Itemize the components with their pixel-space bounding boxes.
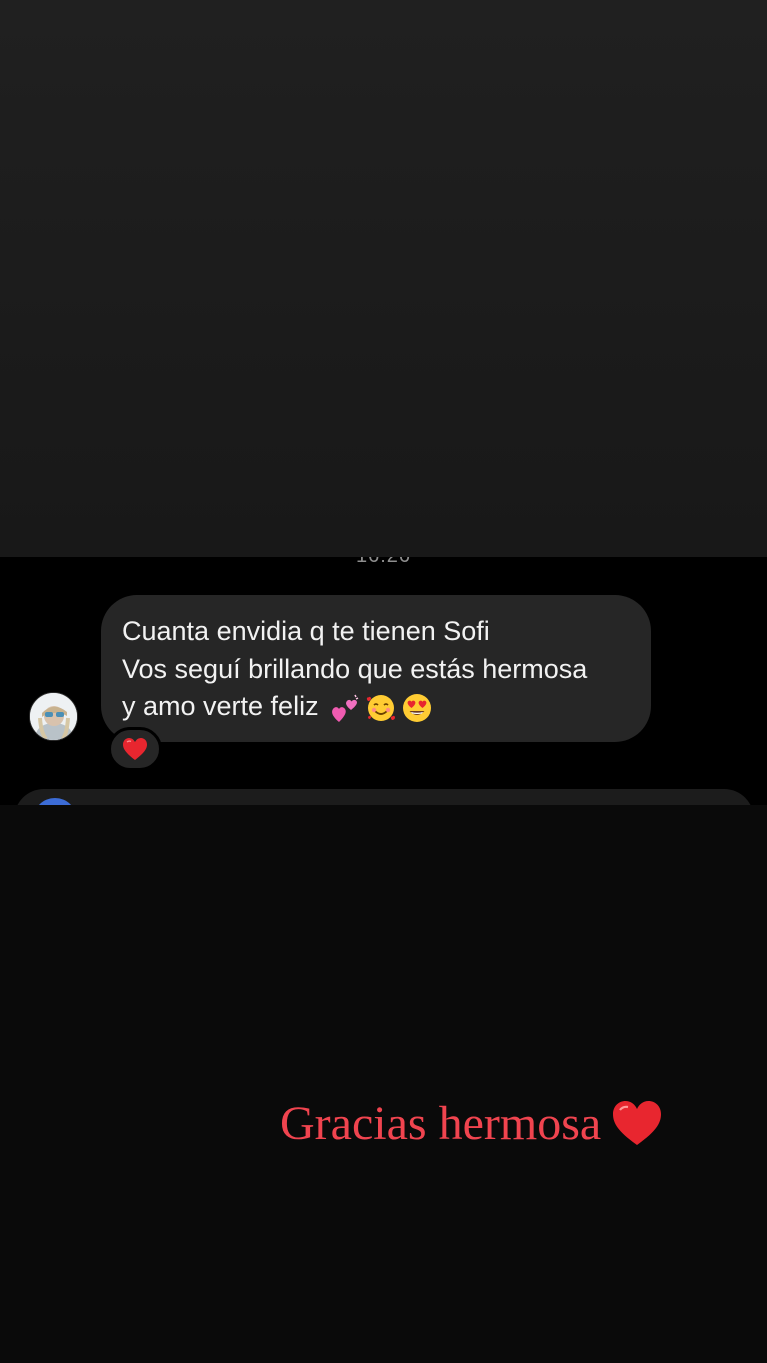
sender-avatar — [29, 692, 78, 741]
avatar-photo-icon — [30, 693, 77, 740]
message-line-3: y amo verte feliz — [122, 688, 631, 726]
story-canvas: 16:26 Cuanta envidia q te tienen Sofi Vo… — [0, 0, 767, 1363]
message-line-1: Cuanta envidia q te tienen Sofi — [122, 616, 490, 646]
message-line-3-text: y amo verte feliz — [122, 691, 319, 721]
message-line-2: Vos seguí brillando que estás hermosa — [122, 653, 588, 684]
message-reaction[interactable] — [108, 727, 162, 771]
two-hearts-icon — [331, 694, 358, 722]
next-message-bubble — [14, 789, 754, 805]
smiling-face-with-hearts-icon — [366, 694, 395, 721]
message-timestamp: 16:26 — [0, 557, 767, 568]
story-caption-text: Gracias hermosa — [280, 1097, 602, 1150]
heart-eyes-icon — [402, 693, 431, 722]
story-background — [0, 0, 767, 557]
chat-screenshot: 16:26 Cuanta envidia q te tienen Sofi Vo… — [0, 557, 767, 805]
red-heart-icon — [613, 1100, 662, 1145]
story-caption: Gracias hermosa — [280, 1094, 740, 1154]
red-heart-icon — [123, 738, 147, 760]
message-bubble[interactable]: Cuanta envidia q te tienen Sofi Vos segu… — [101, 595, 651, 742]
